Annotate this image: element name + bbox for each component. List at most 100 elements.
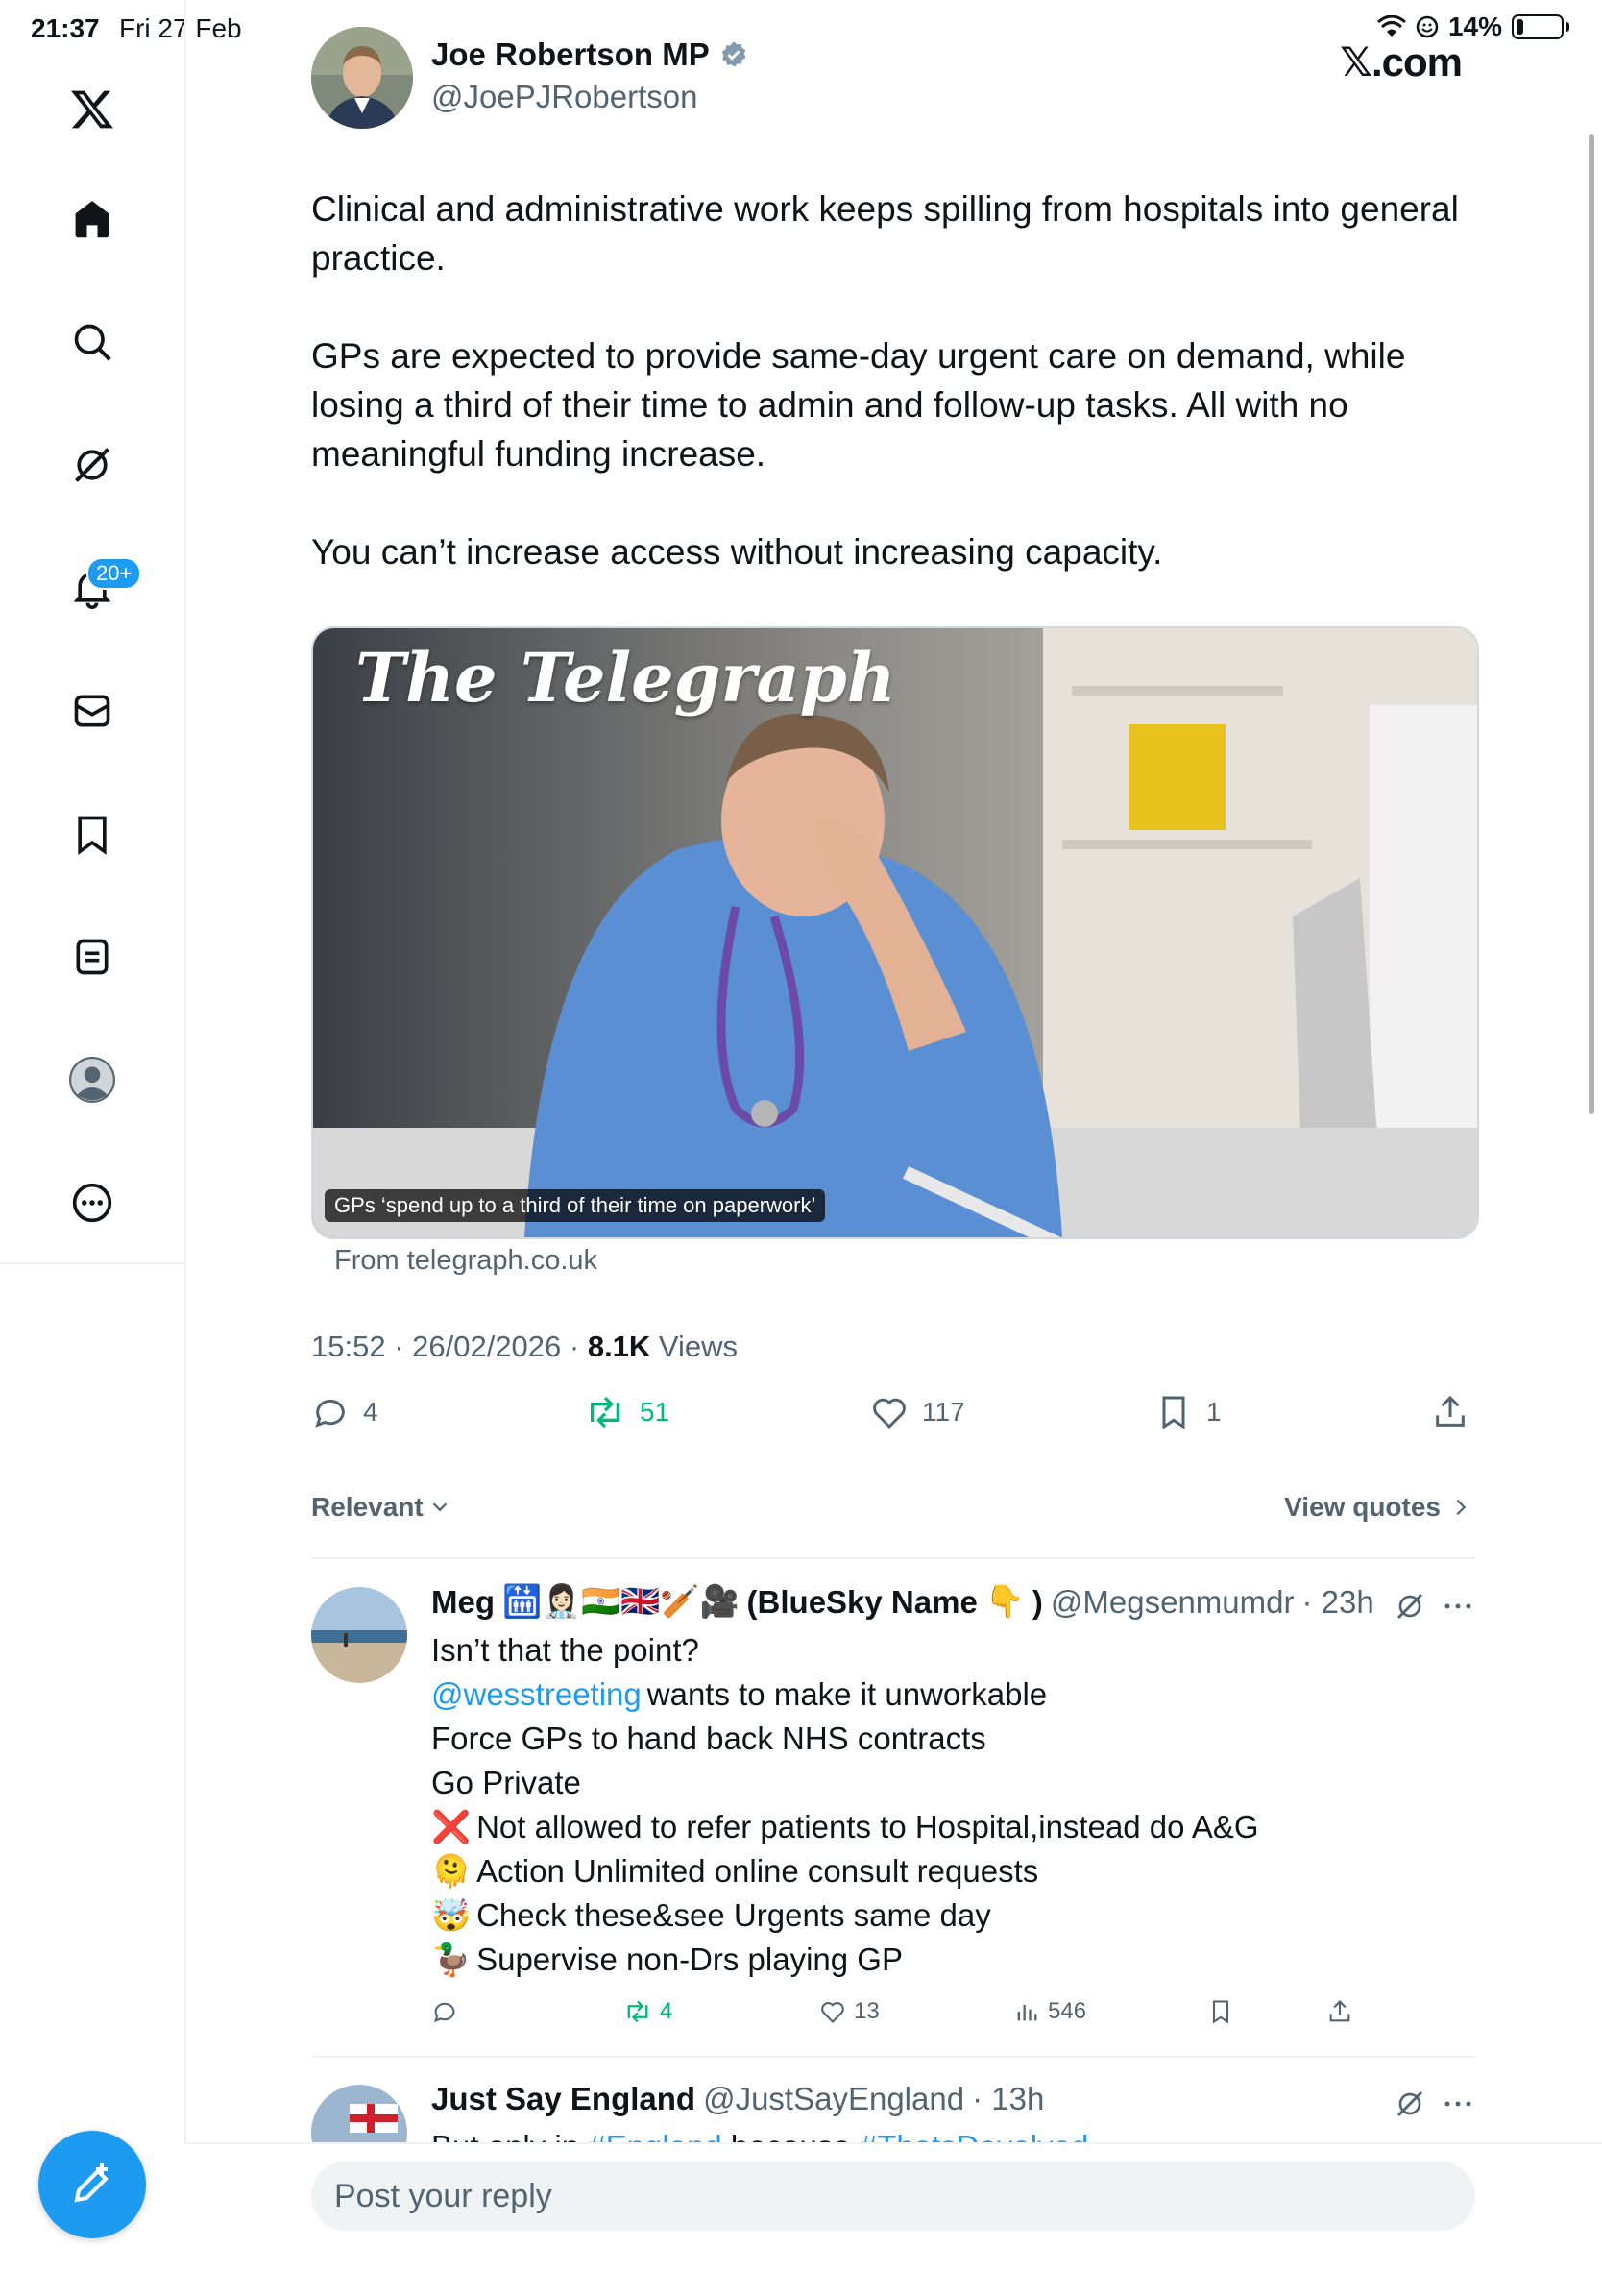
reply-line: 🦆 Supervise non-Drs playing GP (431, 1938, 1478, 1982)
reply-avatar[interactable] (311, 1587, 407, 1683)
repost-icon (627, 2000, 648, 2023)
reply-line: Isn’t that the point? (431, 1628, 1478, 1673)
melting-face-emoji: 🫠 (431, 1853, 472, 1889)
more-options-icon[interactable] (1443, 1597, 1473, 1616)
views-count: 8.1K (587, 1330, 651, 1363)
reply-icon (315, 1399, 345, 1428)
reply-line: Force GPs to hand back NHS contracts (431, 1717, 1478, 1761)
bookmark-button[interactable]: 1 (1154, 1393, 1222, 1431)
focus-icon (1416, 15, 1439, 38)
pointing-down-emoji: 👇 (984, 1583, 1025, 1619)
reply-line-text: wants to make it unworkable (646, 1676, 1048, 1712)
tweet-timestamp[interactable]: 15:52 · 26/02/2026 · (311, 1330, 588, 1363)
x-logo-icon[interactable] (63, 81, 121, 138)
reply-like-button[interactable]: 13 (819, 1998, 880, 2025)
messages-icon[interactable] (63, 682, 121, 740)
chevron-right-icon (1456, 1499, 1467, 1516)
reply-line-text: Go Private (431, 1765, 581, 1800)
author-avatar[interactable] (311, 27, 413, 129)
emoji-decoration: 🛗👩🏻‍⚕️🇮🇳🇬🇧🏏🎥 (502, 1583, 740, 1619)
heart-icon (873, 1398, 906, 1429)
reply-actions: 4 13 546 (431, 1998, 1392, 2031)
reply-reply-button[interactable] (431, 1998, 458, 2025)
reply-line-text: Check these&see Urgents same day (476, 1897, 991, 1933)
reply-header: Meg 🛗👩🏻‍⚕️🇮🇳🇬🇧🏏🎥 (BlueSky Name 👇 ) @Megs… (431, 1583, 1374, 1621)
grok-icon[interactable] (63, 436, 121, 494)
reply-like-count: 13 (854, 1998, 880, 2024)
link-card[interactable]: The Telegraph GPs ‘spend up to a third o… (311, 626, 1479, 1239)
share-icon (1436, 1395, 1465, 1427)
card-caption: GPs ‘spend up to a third of their time o… (325, 1189, 826, 1222)
reply-line-text: Isn’t that the point? (431, 1632, 699, 1668)
reply-view-count: 546 (1048, 1998, 1087, 2024)
like-button[interactable]: 117 (870, 1393, 965, 1431)
reply-line: ❌ Not allowed to refer patients to Hospit… (431, 1805, 1478, 1849)
grok-icon[interactable] (1395, 2088, 1425, 2119)
reply-repost-count: 4 (660, 1998, 673, 2024)
repost-icon (591, 1396, 619, 1429)
tweet-paragraph: GPs are expected to provide same-day urg… (311, 336, 1406, 474)
card-source[interactable]: From telegraph.co.uk (334, 1245, 597, 1277)
reply-header: Just Say England @JustSayEngland · 13h (431, 2081, 1044, 2117)
tweet-text: Clinical and administrative work keeps s… (311, 184, 1493, 625)
duck-emoji: 🦆 (431, 1942, 472, 1977)
bookmark-icon[interactable] (63, 805, 121, 863)
cross-mark-emoji: ❌ (431, 1809, 472, 1844)
reply-author-name[interactable]: Meg (431, 1584, 495, 1621)
site-label: 𝕏.com (1340, 39, 1463, 85)
views-label: Views (650, 1330, 739, 1363)
tweet-actions: 4 51 117 1 (311, 1393, 1475, 1451)
heart-icon (821, 2002, 844, 2023)
reply-line: Go Private (431, 1761, 1478, 1805)
reply-input[interactable]: Post your reply (311, 2162, 1475, 2231)
exploding-head-emoji: 🤯 (431, 1897, 472, 1933)
sidebar-divider (0, 1262, 184, 1264)
reply-line-text: Supervise non-Drs playing GP (476, 1942, 903, 1977)
more-icon[interactable] (63, 1174, 121, 1232)
reply-line-text: Action Unlimited online consult requests (476, 1853, 1039, 1889)
reply-text: Isn’t that the point? @wesstreeting want… (431, 1628, 1478, 1982)
card-masthead: The Telegraph (355, 638, 896, 718)
reply-views-button[interactable]: 546 (1013, 1998, 1086, 2025)
reply-placeholder: Post your reply (334, 2177, 552, 2214)
profile-icon[interactable] (63, 1051, 121, 1109)
card-image (313, 628, 1477, 1237)
reply-line: @wesstreeting wants to make it unworkabl… (431, 1673, 1478, 1717)
reply-repost-button[interactable]: 4 (623, 1998, 672, 2025)
reply-author-handle[interactable]: @JustSayEngland (703, 2081, 964, 2117)
reply-line: 🤯 Check these&see Urgents same day (431, 1893, 1478, 1938)
reply-author-name[interactable]: Just Say England (431, 2081, 695, 2117)
compose-button[interactable] (38, 2131, 146, 2238)
bookmark-count: 1 (1206, 1397, 1222, 1427)
reply-author-handle[interactable]: @Megsenmumdr (1051, 1584, 1295, 1621)
repost-count: 51 (640, 1397, 670, 1427)
tweet-paragraph: Clinical and administrative work keeps s… (311, 189, 1459, 278)
view-quotes-link[interactable]: View quotes (1284, 1492, 1471, 1523)
sort-label: Relevant (311, 1492, 424, 1522)
reply-icon (434, 2002, 455, 2023)
grok-icon[interactable] (1395, 1591, 1425, 1622)
author-name-text: Joe Robertson MP (431, 37, 710, 72)
reply-time: · 23h (1301, 1583, 1374, 1620)
battery-icon (1512, 14, 1564, 39)
reply-share-button[interactable] (1326, 1998, 1353, 2025)
more-options-icon[interactable] (1443, 2094, 1473, 2113)
analytics-icon (1017, 2005, 1037, 2021)
home-icon[interactable] (63, 190, 121, 248)
reply-line-text: Not allowed to refer patients to Hospita… (476, 1809, 1259, 1844)
divider (311, 1557, 1475, 1559)
lists-icon[interactable] (63, 928, 121, 986)
mention-link[interactable]: @wesstreeting (431, 1673, 642, 1717)
search-icon[interactable] (63, 313, 121, 371)
divider (311, 2056, 1475, 2058)
repost-button[interactable]: 51 (584, 1393, 669, 1431)
reply-button[interactable]: 4 (311, 1393, 378, 1431)
share-button[interactable] (1431, 1393, 1469, 1431)
author-name[interactable]: Joe Robertson MP (431, 37, 748, 73)
reply-line-text: Force GPs to hand back NHS contracts (431, 1721, 986, 1756)
verified-badge-icon (721, 41, 746, 67)
sort-relevant-button[interactable]: Relevant (311, 1492, 450, 1523)
reply-bookmark-button[interactable] (1207, 1998, 1234, 2025)
author-handle[interactable]: @JoePJRobertson (431, 79, 697, 115)
scrollbar[interactable] (1589, 134, 1594, 1114)
